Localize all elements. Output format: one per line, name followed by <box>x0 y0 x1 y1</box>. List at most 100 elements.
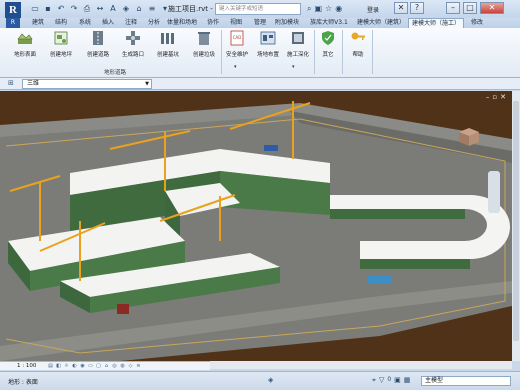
horizontal-scrollbar[interactable] <box>210 361 512 369</box>
selection-tools: ⌖ ▽ 0 ▣ ▦ <box>372 376 410 385</box>
crop-view-icon[interactable]: ▭ <box>87 363 94 370</box>
render-icon[interactable]: ◉ <box>79 363 86 370</box>
3d-view-icon[interactable]: ◈ <box>121 4 131 14</box>
tab-family-master[interactable]: 族库大师V3.1 <box>304 18 354 28</box>
viewport-close-icon[interactable]: ✕ <box>500 93 506 101</box>
create-pad-button[interactable]: 创建地坪 <box>45 30 77 68</box>
application-menu-button[interactable]: R <box>5 2 21 18</box>
scrollbar-thumb[interactable] <box>513 101 519 341</box>
tab-modeling-construction[interactable]: 建模大师（施工） <box>408 18 464 28</box>
help-icon[interactable]: ? <box>410 2 424 14</box>
login-button[interactable]: 登录 <box>367 5 379 14</box>
main-model-selector[interactable]: 主模型 <box>421 376 511 386</box>
panel-separator <box>314 30 315 74</box>
close-button[interactable]: ✕ <box>480 2 504 14</box>
safety-dropdown-icon[interactable]: ▾ <box>234 64 237 70</box>
text-icon[interactable]: A <box>108 4 118 14</box>
temp-hide-icon[interactable]: ◎ <box>111 363 118 370</box>
site-layout-button[interactable]: 场地布置 <box>254 30 282 68</box>
ribbon-tabs: R 建筑 结构 系统 插入 注释 分析 体量和场地 协作 视图 管理 附加模块 … <box>0 18 520 28</box>
exchange-icon[interactable]: ✕ <box>394 2 408 14</box>
tab-massing-site[interactable]: 体量和场地 <box>165 18 199 28</box>
safety-maintenance-button[interactable]: CAD 安全维护 <box>224 30 250 68</box>
help-label: 帮助 <box>352 52 364 58</box>
detail-level-icon[interactable]: ▤ <box>47 363 54 370</box>
viewport-minimize-icon[interactable]: – <box>486 93 490 101</box>
viewport-restore-icon[interactable]: ▫ <box>492 93 497 101</box>
analytical-icon[interactable]: ◇ <box>127 363 134 370</box>
editable-only-icon[interactable]: ▦ <box>404 376 411 385</box>
tab-view[interactable]: 视图 <box>225 18 247 28</box>
tab-annotate[interactable]: 注释 <box>120 18 142 28</box>
favorites-star-icon[interactable]: ☆ <box>325 3 332 15</box>
construction-icon <box>292 32 304 44</box>
select-links-icon[interactable]: ⌖ <box>372 376 376 385</box>
visual-style-icon[interactable]: ◧ <box>55 363 62 370</box>
tab-modeling-architecture[interactable]: 建模大师（建筑） <box>355 18 407 28</box>
create-garbage-button[interactable]: 创建垃圾 <box>188 30 220 68</box>
undo-icon[interactable]: ↶ <box>56 4 66 14</box>
sun-path-icon[interactable]: ☼ <box>63 363 70 370</box>
open-icon[interactable]: ▭ <box>30 4 40 14</box>
other-button[interactable]: 其它 <box>316 30 340 68</box>
panel-separator <box>372 30 373 74</box>
redo-icon[interactable]: ↷ <box>69 4 79 14</box>
create-garbage-label: 创建垃圾 <box>192 52 215 58</box>
vertical-scrollbar[interactable] <box>512 91 520 361</box>
create-road-label: 创建道路 <box>86 52 109 58</box>
terrain-surface-button[interactable]: 地形表面 <box>10 30 40 68</box>
tab-systems[interactable]: 系统 <box>74 18 96 28</box>
save-icon[interactable]: ▪ <box>43 4 53 14</box>
search-input[interactable]: 键入关键字或短语 <box>215 3 301 15</box>
thin-lines-icon[interactable]: ≡ <box>147 4 157 14</box>
tab-collaborate[interactable]: 协作 <box>203 18 223 28</box>
shield-icon <box>322 31 334 45</box>
status-text: 地形 : 表面 <box>8 379 38 386</box>
binoculars-icon[interactable]: ⌕ <box>307 3 311 15</box>
subscription-icon[interactable]: ▣ <box>314 3 322 15</box>
chevron-down-icon: ▼ <box>145 81 149 87</box>
filter-icon[interactable]: ▽ <box>379 376 384 385</box>
worksets-icon[interactable]: ◈ <box>268 376 273 384</box>
quick-access-toolbar: ▭ ▪ ↶ ↷ ⎙ ↔ A ◈ ⌂ ≡ ▾ <box>30 4 170 14</box>
navigation-bar[interactable] <box>488 171 500 213</box>
pad-icon <box>54 31 68 45</box>
viewport-window-controls: – ▫ ✕ <box>486 93 506 101</box>
properties-icon[interactable]: ⊞ <box>8 79 14 87</box>
view-scale[interactable]: 1 : 100 <box>17 363 36 369</box>
print-icon[interactable]: ⎙ <box>82 4 92 14</box>
tab-manage[interactable]: 管理 <box>249 18 271 28</box>
title-bar: R ▭ ▪ ↶ ↷ ⎙ ↔ A ◈ ⌂ ≡ ▾ 施工项目.rvt - 键入关键字… <box>0 0 520 18</box>
3d-viewport[interactable]: – ▫ ✕ <box>0 91 512 361</box>
generate-intersection-button[interactable]: 生成路口 <box>117 30 149 68</box>
tab-architecture[interactable]: 建筑 <box>27 18 49 28</box>
section-icon[interactable]: ⌂ <box>134 4 144 14</box>
viewcube-icon[interactable] <box>455 126 481 148</box>
shadows-icon[interactable]: ◐ <box>71 363 78 370</box>
maximize-button[interactable]: □ <box>463 2 477 14</box>
tab-addins[interactable]: 附加模块 <box>271 18 303 28</box>
reveal-hidden-icon[interactable]: ◍ <box>119 363 126 370</box>
terrain-icon <box>17 33 33 44</box>
create-pit-button[interactable]: 创建基坑 <box>152 30 184 68</box>
construction-dropdown-icon[interactable]: ▾ <box>292 64 295 70</box>
panel-separator <box>221 30 222 74</box>
view-type-selector[interactable]: 三维 ▼ <box>22 79 152 89</box>
infocenter-icons: ⌕ ▣ ☆ ◉ <box>307 3 342 15</box>
show-crop-icon[interactable]: ▢ <box>95 363 102 370</box>
tab-modify[interactable]: 修改 <box>466 18 488 28</box>
tab-structure[interactable]: 结构 <box>50 18 72 28</box>
measure-icon[interactable]: ↔ <box>95 4 105 14</box>
design-options-icon[interactable]: ▣ <box>394 376 401 385</box>
user-icon[interactable]: ◉ <box>335 3 342 15</box>
tab-analyze[interactable]: 分析 <box>143 18 165 28</box>
app-tab[interactable]: R <box>6 18 20 28</box>
tab-insert[interactable]: 插入 <box>97 18 119 28</box>
lock-view-icon[interactable]: ⌂ <box>103 363 110 370</box>
highlight-icon[interactable]: ≋ <box>135 363 142 370</box>
construction-deepening-button[interactable]: 施工深化 <box>284 30 312 68</box>
minimize-button[interactable]: – <box>446 2 460 14</box>
help-button[interactable]: 帮助 <box>346 30 370 68</box>
key-icon <box>351 32 365 40</box>
create-road-button[interactable]: 创建道路 <box>82 30 114 68</box>
